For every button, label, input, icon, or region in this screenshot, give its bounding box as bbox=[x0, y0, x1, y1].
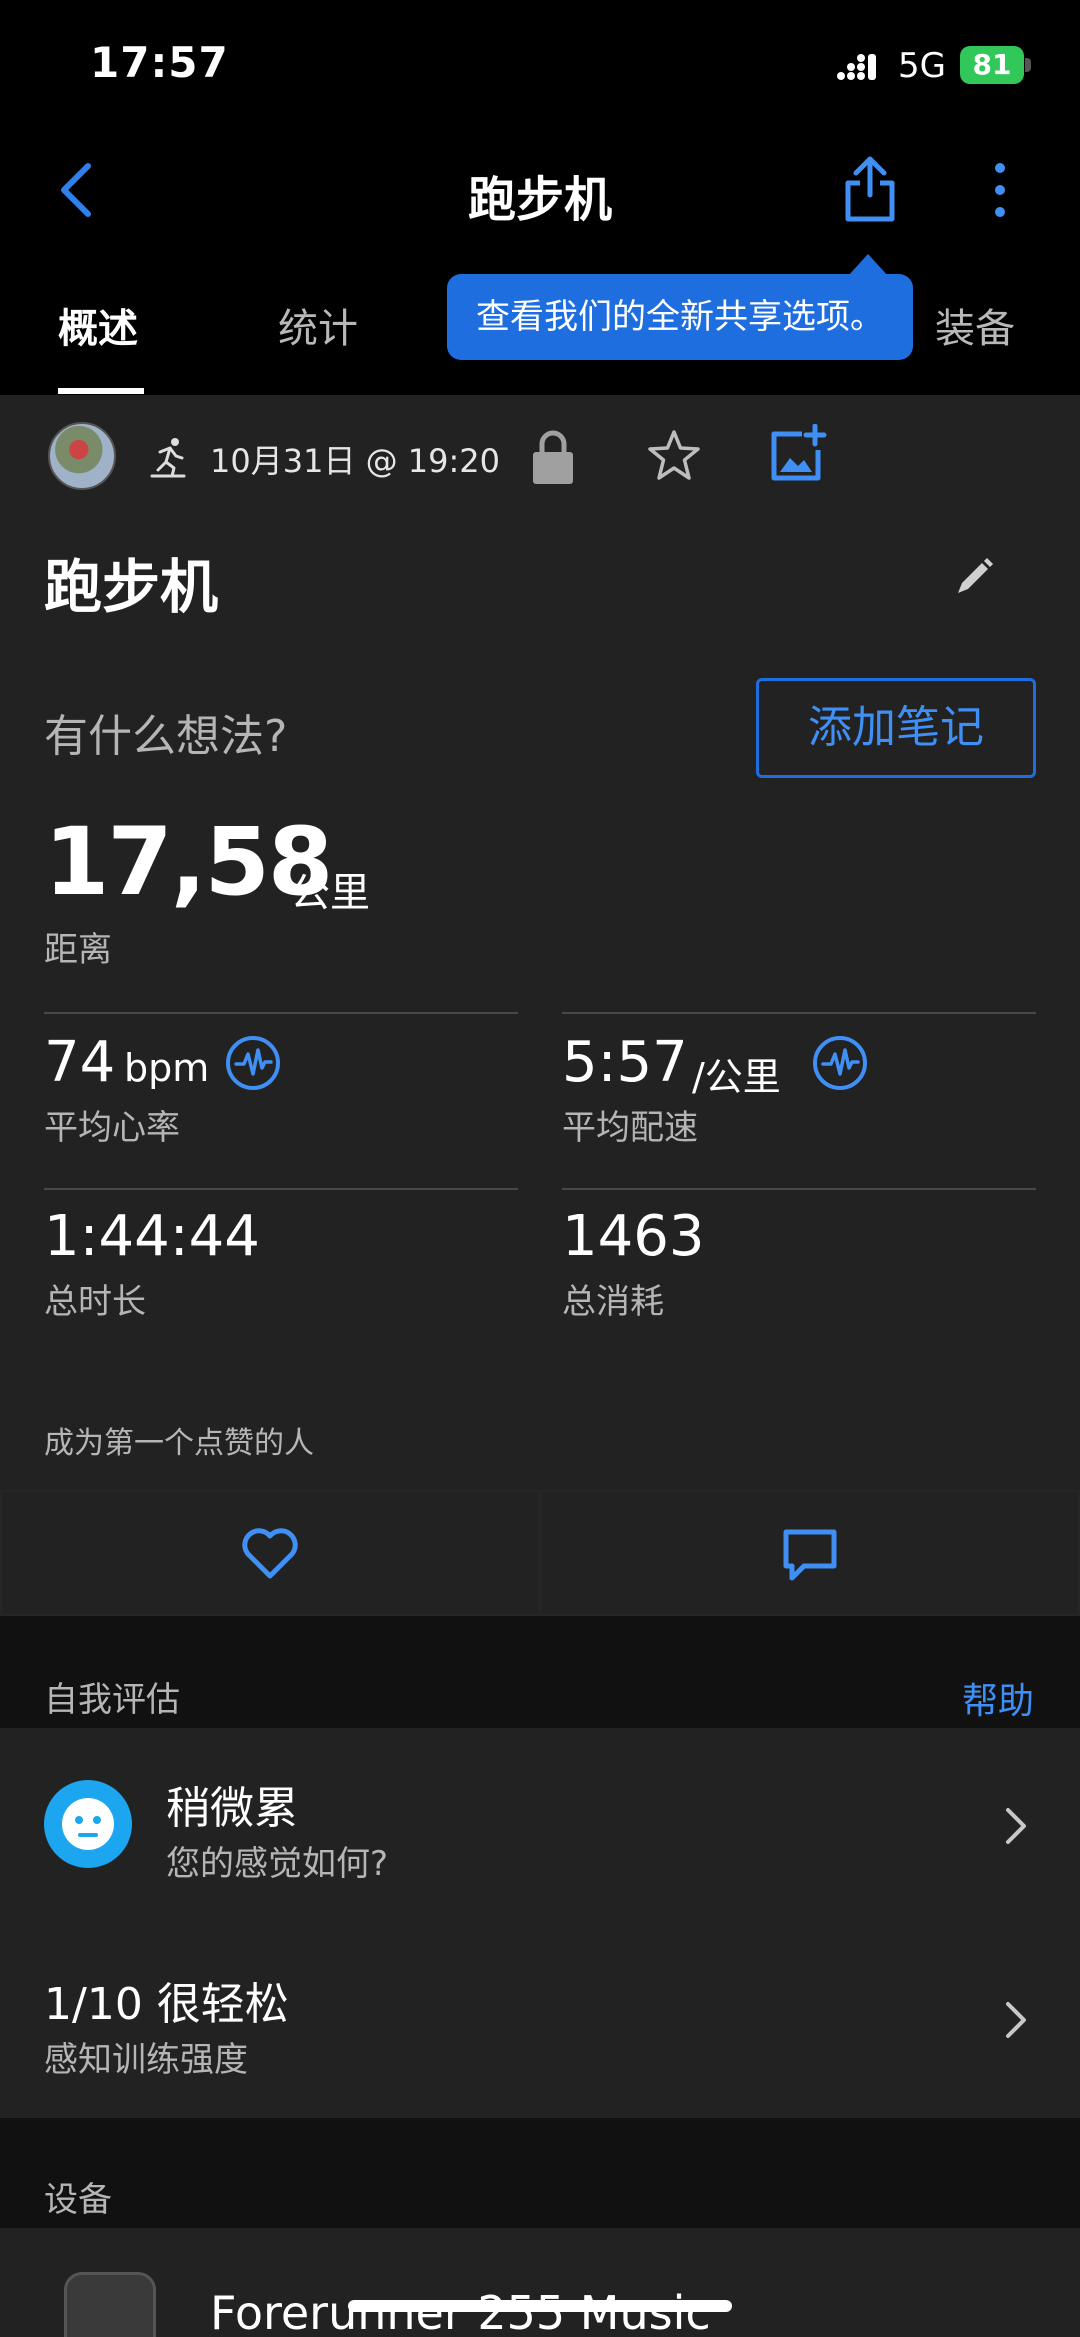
tab-overview[interactable]: 概述 bbox=[58, 296, 138, 354]
heart-rate-label: 平均心率 bbox=[44, 1108, 180, 1148]
duration-label: 总时长 bbox=[44, 1282, 146, 1322]
rpe-title[interactable]: 1/10 很轻松 bbox=[44, 1968, 289, 2032]
share-tooltip[interactable]: 查看我们的全新共享选项。 bbox=[447, 274, 913, 360]
distance-value: 17,58 bbox=[44, 808, 333, 917]
stats-divider bbox=[562, 1012, 1036, 1014]
pace-value: 5:57 bbox=[562, 1030, 688, 1095]
stats-divider bbox=[44, 1188, 518, 1190]
comment-icon[interactable] bbox=[782, 1528, 838, 1582]
feeling-title[interactable]: 稍微累 bbox=[166, 1772, 298, 1836]
star-icon[interactable] bbox=[646, 428, 702, 484]
tab-stats[interactable]: 统计 bbox=[278, 296, 358, 354]
heart-icon[interactable] bbox=[240, 1526, 300, 1580]
pace-chart-icon[interactable] bbox=[811, 1034, 869, 1092]
duration-value: 1:44:44 bbox=[44, 1204, 260, 1269]
avatar[interactable] bbox=[48, 422, 116, 490]
heart-rate-chart-icon[interactable] bbox=[224, 1034, 282, 1092]
chevron-right-icon[interactable] bbox=[1004, 2000, 1028, 2040]
tab-active-indicator bbox=[58, 388, 144, 394]
home-indicator bbox=[348, 2300, 732, 2312]
lock-icon[interactable] bbox=[530, 428, 576, 486]
calories-label: 总消耗 bbox=[562, 1282, 664, 1322]
treadmill-run-icon bbox=[150, 438, 186, 478]
help-link[interactable]: 帮助 bbox=[962, 1672, 1034, 1724]
pace-unit: /公里 bbox=[692, 1055, 781, 1099]
self-eval-title: 自我评估 bbox=[44, 1680, 180, 1720]
share-icon[interactable] bbox=[840, 155, 900, 225]
likes-text: 成为第一个点赞的人 bbox=[44, 1426, 314, 1461]
thoughts-prompt: 有什么想法? bbox=[44, 711, 288, 762]
more-vertical-icon[interactable] bbox=[985, 160, 1015, 220]
network-label: 5G bbox=[898, 46, 946, 86]
status-time: 17:57 bbox=[90, 38, 229, 87]
nav-title: 跑步机 bbox=[467, 172, 612, 228]
stats-divider bbox=[44, 1012, 518, 1014]
watch-icon bbox=[64, 2272, 156, 2337]
tooltip-arrow bbox=[848, 254, 888, 276]
signal-icon bbox=[837, 54, 876, 80]
devices-title: 设备 bbox=[44, 2180, 112, 2220]
heart-rate-value: 74 bbox=[44, 1030, 116, 1095]
pace-label: 平均配速 bbox=[562, 1108, 698, 1148]
feeling-face-icon bbox=[44, 1780, 132, 1868]
chevron-right-icon[interactable] bbox=[1004, 1806, 1028, 1846]
battery-nub bbox=[1025, 58, 1031, 72]
heart-rate-unit: bpm bbox=[124, 1046, 210, 1090]
activity-title: 跑步机 bbox=[44, 553, 219, 621]
edit-pencil-icon[interactable] bbox=[952, 555, 996, 599]
devices-header bbox=[0, 2118, 1080, 2228]
tab-gear[interactable]: 装备 bbox=[935, 296, 1015, 354]
add-note-button[interactable]: 添加笔记 bbox=[756, 678, 1036, 778]
battery-indicator: 81 bbox=[960, 46, 1024, 84]
distance-label: 距离 bbox=[44, 930, 112, 970]
distance-unit: 公里 bbox=[290, 870, 370, 916]
activity-date: 10月31日 @ 19:20 bbox=[210, 442, 501, 480]
feeling-subtitle: 您的感觉如何? bbox=[166, 1844, 389, 1884]
add-photo-icon[interactable] bbox=[768, 424, 828, 484]
rpe-subtitle: 感知训练强度 bbox=[44, 2040, 248, 2080]
stats-divider bbox=[562, 1188, 1036, 1190]
calories-value: 1463 bbox=[562, 1204, 705, 1269]
